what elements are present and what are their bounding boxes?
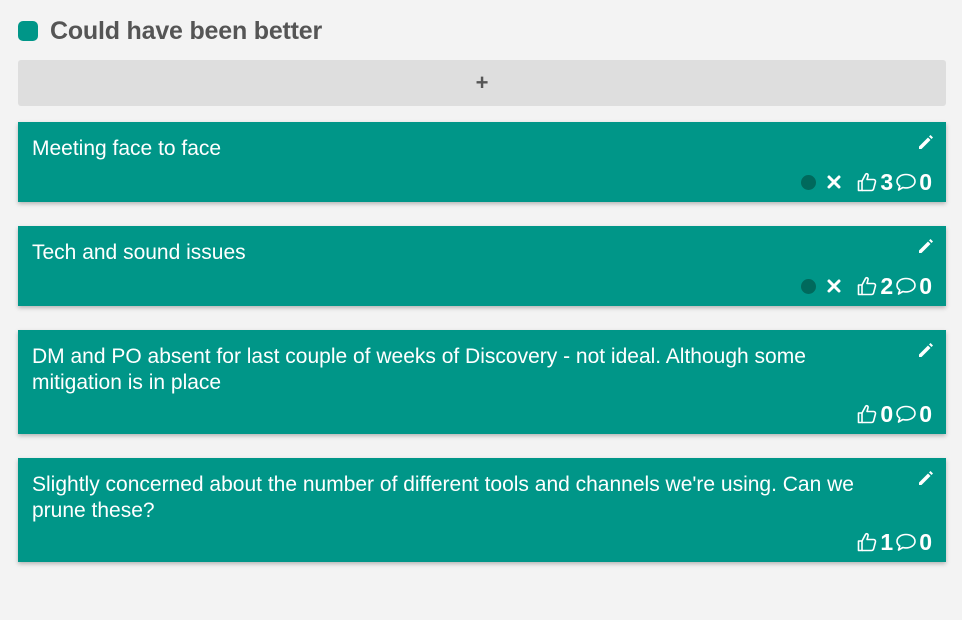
retro-card: Slightly concerned about the number of d… — [18, 458, 946, 562]
status-dot[interactable] — [801, 278, 817, 294]
card-footer: 2 0 — [801, 272, 934, 299]
card-text: DM and PO absent for last couple of week… — [32, 345, 806, 394]
column-header: Could have been better — [18, 16, 946, 46]
status-dot[interactable] — [801, 174, 817, 190]
card-footer: 0 0 — [856, 400, 934, 427]
close-icon[interactable] — [826, 174, 842, 190]
card-text: Tech and sound issues — [32, 241, 246, 264]
retro-card: Meeting face to face 3 0 — [18, 122, 946, 202]
comment-bubble-icon[interactable] — [895, 403, 917, 425]
like-count: 0 — [880, 400, 894, 427]
add-card-button[interactable]: + — [18, 60, 946, 106]
comment-count: 0 — [919, 400, 932, 427]
thumbs-up-icon[interactable] — [856, 531, 878, 553]
column-color-indicator — [18, 21, 38, 41]
comment-bubble-icon[interactable] — [895, 531, 917, 553]
card-list: Meeting face to face 3 0 Tech and sound … — [18, 122, 946, 562]
edit-pencil-icon[interactable] — [916, 132, 936, 152]
comment-bubble-icon[interactable] — [895, 275, 917, 297]
thumbs-up-icon[interactable] — [856, 171, 878, 193]
close-icon[interactable] — [826, 278, 842, 294]
card-footer: 1 0 — [856, 528, 934, 555]
thumbs-up-icon[interactable] — [856, 403, 878, 425]
comment-count: 0 — [919, 528, 932, 555]
card-text: Meeting face to face — [32, 137, 222, 160]
edit-pencil-icon[interactable] — [916, 468, 936, 488]
edit-pencil-icon[interactable] — [916, 236, 936, 256]
comment-count: 0 — [919, 272, 932, 299]
comment-count: 0 — [919, 168, 932, 195]
like-count: 3 — [880, 168, 894, 195]
like-count: 1 — [880, 528, 894, 555]
comment-bubble-icon[interactable] — [895, 171, 917, 193]
edit-pencil-icon[interactable] — [916, 340, 936, 360]
retro-card: DM and PO absent for last couple of week… — [18, 330, 946, 434]
retro-column: Could have been better + Meeting face to… — [18, 16, 946, 586]
column-title: Could have been better — [50, 16, 323, 45]
card-footer: 3 0 — [801, 168, 934, 195]
retro-card: Tech and sound issues 2 0 — [18, 226, 946, 306]
thumbs-up-icon[interactable] — [856, 275, 878, 297]
card-text: Slightly concerned about the number of d… — [32, 473, 854, 522]
like-count: 2 — [880, 272, 894, 299]
